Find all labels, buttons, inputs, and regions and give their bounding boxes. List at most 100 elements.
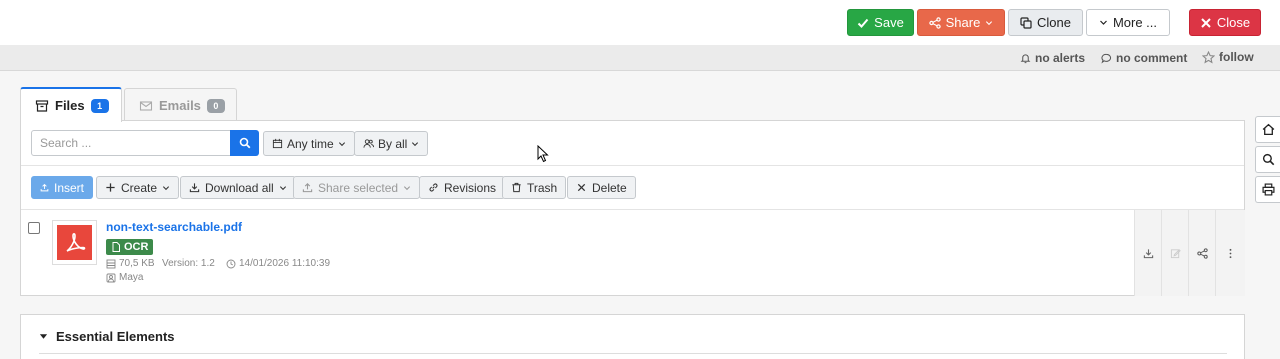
star-icon (1202, 50, 1215, 63)
chevron-down-icon (412, 141, 419, 146)
insert-label: Insert (53, 180, 84, 195)
edit-file-button[interactable] (1161, 210, 1188, 296)
file-owner: Maya (106, 272, 143, 283)
user-filter-dropdown[interactable]: By all (354, 131, 429, 156)
kebab-icon (1229, 248, 1232, 258)
print-button[interactable] (1255, 176, 1280, 203)
emails-count-badge: 0 (206, 98, 225, 113)
close-button[interactable]: Close (1189, 9, 1261, 36)
clone-icon (1020, 16, 1032, 29)
search-input[interactable] (31, 130, 231, 156)
archive-icon (35, 99, 49, 112)
chevron-down-icon (162, 185, 170, 190)
download-icon (189, 183, 200, 193)
close-label: Close (1216, 15, 1251, 30)
more-options-button[interactable] (1215, 210, 1245, 296)
top-action-bar: Save Share Clone More ... Close (0, 0, 1280, 45)
file-thumbnail[interactable] (52, 220, 97, 265)
search-button[interactable] (230, 130, 259, 156)
check-icon (857, 18, 869, 28)
save-button[interactable]: Save (847, 9, 914, 36)
pdf-icon (57, 225, 92, 260)
follow-label: follow (1219, 50, 1254, 64)
chevron-down-icon (279, 185, 286, 190)
envelope-icon (139, 100, 153, 111)
file-size: 70,5 KB (106, 258, 155, 269)
file-row-actions (1134, 210, 1245, 296)
user-filter-label: By all (378, 136, 408, 151)
delete-label: Delete (592, 180, 627, 195)
mouse-cursor-icon (537, 145, 549, 163)
edit-icon (1170, 248, 1181, 258)
more-button[interactable]: More ... (1086, 9, 1170, 36)
tab-emails[interactable]: Emails 0 (124, 88, 237, 122)
time-filter-label: Any time (287, 136, 334, 151)
download-all-dropdown[interactable]: Download all (180, 176, 296, 199)
chevron-down-icon (404, 185, 411, 190)
file-select-checkbox[interactable] (28, 222, 40, 234)
follow-toggle[interactable]: follow (1202, 50, 1254, 64)
clone-label: Clone (1037, 15, 1071, 30)
home-icon (1262, 123, 1274, 136)
share-selected-dropdown[interactable]: Share selected (293, 176, 421, 199)
search-icon (1262, 153, 1274, 166)
ocr-badge: OCR (106, 239, 154, 255)
home-button[interactable] (1255, 116, 1280, 143)
divider (39, 353, 1227, 354)
share-icon (928, 16, 941, 29)
user-icon (106, 273, 116, 282)
download-file-button[interactable] (1134, 210, 1161, 296)
trash-label: Trash (527, 180, 558, 195)
files-count-badge: 1 (90, 98, 109, 113)
essential-elements-title: Essential Elements (56, 329, 175, 344)
delete-button[interactable]: Delete (567, 176, 636, 199)
upload-icon (40, 183, 49, 192)
share-file-button[interactable] (1188, 210, 1215, 296)
insert-button[interactable]: Insert (31, 176, 93, 199)
divider (21, 165, 1244, 166)
status-bar: no alerts no comment follow (0, 45, 1280, 71)
alerts-toggle[interactable]: no alerts (1020, 51, 1085, 65)
link-icon (429, 183, 438, 192)
create-label: Create (121, 180, 158, 195)
file-owner-value: Maya (119, 272, 144, 283)
revisions-button[interactable]: Revisions (419, 176, 506, 199)
close-icon (577, 183, 586, 192)
essential-elements-section: Essential Elements (20, 314, 1245, 359)
file-version-value: Version: 1.2 (162, 258, 215, 269)
upload-icon (302, 183, 313, 193)
tab-files[interactable]: Files 1 (20, 87, 122, 122)
download-icon (1143, 248, 1153, 258)
search-side-button[interactable] (1255, 146, 1280, 173)
trash-button[interactable]: Trash (502, 176, 567, 199)
tab-files-label: Files (55, 98, 85, 113)
calendar-icon (272, 138, 283, 149)
file-size-value: 70,5 KB (119, 258, 155, 269)
files-panel: Any time By all Insert Create Download a… (20, 120, 1245, 296)
trash-icon (512, 182, 521, 193)
file-date: 14/01/2026 11:10:39 (226, 258, 330, 269)
time-filter-dropdown[interactable]: Any time (263, 131, 355, 156)
file-name-link[interactable]: non-text-searchable.pdf (106, 220, 242, 234)
alerts-label: no alerts (1035, 51, 1086, 65)
create-dropdown[interactable]: Create (96, 176, 180, 199)
chevron-down-icon (1100, 20, 1107, 25)
comment-toggle[interactable]: no comment (1101, 51, 1187, 65)
comment-icon (1101, 53, 1112, 64)
search-icon (239, 137, 250, 149)
file-icon (112, 242, 120, 252)
share-button[interactable]: Share (917, 9, 1005, 36)
bell-icon (1020, 53, 1031, 63)
file-date-value: 14/01/2026 11:10:39 (239, 258, 331, 269)
caret-down-icon (39, 334, 48, 339)
clone-button[interactable]: Clone (1008, 9, 1083, 36)
share-label: Share (945, 15, 981, 30)
share-selected-label: Share selected (318, 180, 399, 195)
printer-icon (1261, 183, 1275, 196)
download-all-label: Download all (205, 180, 274, 195)
tab-emails-label: Emails (159, 98, 201, 113)
essential-elements-toggle[interactable]: Essential Elements (39, 329, 175, 344)
database-icon (106, 259, 116, 268)
more-label: More ... (1112, 15, 1158, 30)
share-icon (1196, 247, 1208, 259)
